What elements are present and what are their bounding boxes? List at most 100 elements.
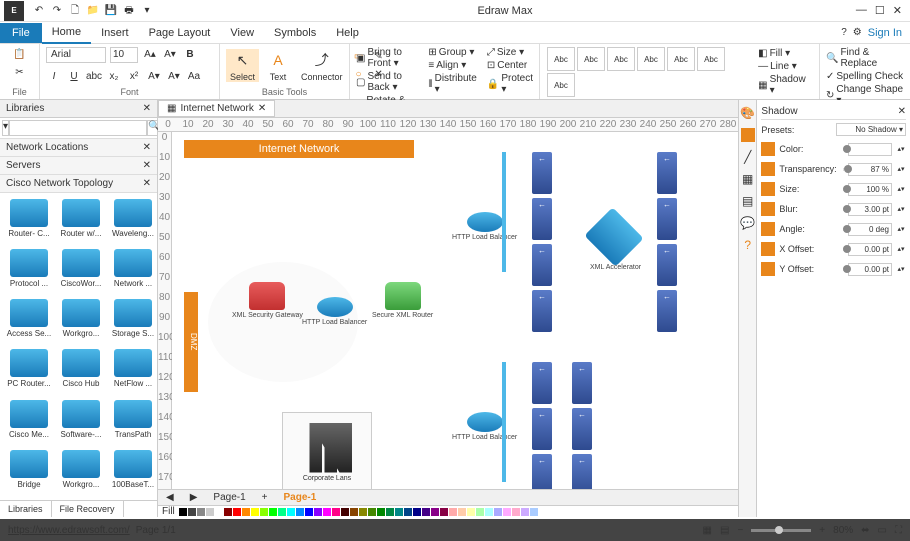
section-close-icon[interactable]: ✕ — [143, 160, 151, 171]
redo-icon[interactable]: ↷ — [50, 4, 64, 18]
maximize-button[interactable]: ☐ — [875, 4, 885, 17]
color-swatch[interactable] — [314, 508, 322, 516]
bring-front-button[interactable]: ▣Bring to Front ▾ — [356, 46, 418, 70]
shadow-slider[interactable] — [843, 148, 844, 151]
font-shrink-icon[interactable]: A▾ — [162, 47, 178, 63]
color-swatch[interactable] — [305, 508, 313, 516]
color-swatch[interactable] — [224, 508, 232, 516]
color-swatch[interactable] — [287, 508, 295, 516]
server-13[interactable]: ← — [572, 408, 592, 450]
section-network-locations[interactable]: Network Locations — [6, 142, 88, 153]
shadow-value-input[interactable] — [848, 183, 892, 196]
style-preset-7[interactable]: Abc — [547, 73, 575, 97]
view-mode-2-icon[interactable]: ▤ — [720, 525, 729, 536]
style-preset-5[interactable]: Abc — [667, 47, 695, 71]
library-shape[interactable]: Router- C... — [4, 197, 54, 245]
sign-in-link[interactable]: Sign In — [868, 27, 902, 39]
qat-more-icon[interactable]: ▾ — [140, 4, 154, 18]
font-grow-icon[interactable]: A▴ — [142, 47, 158, 63]
library-shape[interactable]: Access Se... — [4, 297, 54, 345]
color-swatch[interactable] — [404, 508, 412, 516]
section-cisco[interactable]: Cisco Network Topology — [6, 178, 113, 189]
library-shape[interactable]: Software-... — [56, 398, 106, 446]
center-button[interactable]: ⊡Center — [487, 59, 533, 72]
library-shape[interactable]: Protocol ... — [4, 247, 54, 295]
server-9[interactable]: ← — [532, 362, 552, 404]
protect-button[interactable]: 🔒Protect ▾ — [487, 72, 533, 96]
font-name-select[interactable] — [46, 47, 106, 63]
spinner-icon[interactable]: ▴▾ — [896, 245, 906, 253]
server-7[interactable]: ← — [657, 244, 677, 286]
spinner-icon[interactable]: ▴▾ — [896, 165, 906, 173]
help-panel-icon[interactable]: ? — [744, 238, 751, 252]
node-corporate-lans[interactable]: Corporate Lans — [282, 412, 372, 489]
color-swatch[interactable] — [530, 508, 538, 516]
tab-view[interactable]: View — [220, 23, 264, 43]
tab-file-recovery[interactable]: File Recovery — [52, 501, 124, 517]
shadow-button[interactable]: ▦Shadow ▾ — [758, 73, 813, 97]
color-swatch[interactable] — [494, 508, 502, 516]
color-swatch[interactable] — [233, 508, 241, 516]
spelling-button[interactable]: ✓Spelling Check — [826, 70, 903, 83]
file-menu[interactable]: File — [0, 23, 42, 43]
color-swatch[interactable] — [368, 508, 376, 516]
library-shape[interactable]: 100BaseT... — [108, 448, 157, 496]
color-swatch[interactable] — [215, 508, 223, 516]
color-swatch[interactable] — [269, 508, 277, 516]
document-tab[interactable]: ▦Internet Network✕ — [158, 100, 275, 117]
open-icon[interactable]: 📁 — [86, 4, 100, 18]
minimize-button[interactable]: — — [856, 4, 867, 17]
color-swatch[interactable] — [188, 508, 196, 516]
page-add-button[interactable]: + — [254, 492, 276, 503]
server-3[interactable]: ← — [532, 244, 552, 286]
presets-dropdown[interactable]: No Shadow ▾ — [836, 123, 906, 136]
section-servers[interactable]: Servers — [6, 160, 40, 171]
color-swatch[interactable] — [206, 508, 214, 516]
align-button[interactable]: ≡Align ▾ — [428, 59, 476, 72]
server-2[interactable]: ← — [532, 198, 552, 240]
paste-icon[interactable]: 📋 — [12, 46, 28, 62]
text-tool[interactable]: AText — [263, 49, 293, 82]
doc-close-icon[interactable]: ✕ — [258, 103, 266, 114]
italic-button[interactable]: I — [46, 68, 62, 84]
node-http-lb-3[interactable]: HTTP Load Balancer — [452, 412, 517, 441]
print-icon[interactable]: 🖶 — [122, 4, 136, 18]
node-http-lb-1[interactable]: HTTP Load Balancer — [302, 297, 367, 326]
fullscreen-icon[interactable]: ⛶ — [895, 525, 902, 536]
color-swatch[interactable] — [476, 508, 484, 516]
color-swatch[interactable] — [458, 508, 466, 516]
tab-page-layout[interactable]: Page Layout — [139, 23, 221, 43]
color-swatch[interactable] — [323, 508, 331, 516]
library-shape[interactable]: TransPath — [108, 398, 157, 446]
tab-libraries[interactable]: Libraries — [0, 501, 52, 517]
save-icon[interactable]: 💾 — [104, 4, 118, 18]
fill-button[interactable]: ◧Fill ▾ — [758, 47, 813, 60]
new-icon[interactable]: 🗋 — [68, 4, 82, 18]
shadow-value-input[interactable] — [848, 203, 892, 216]
server-12[interactable]: ← — [572, 362, 592, 404]
spinner-icon[interactable]: ▴▾ — [896, 265, 906, 273]
view-mode-1-icon[interactable]: ▦ — [703, 525, 712, 536]
color-swatch[interactable] — [386, 508, 394, 516]
color-swatch[interactable] — [512, 508, 520, 516]
library-shape[interactable]: Cisco Me... — [4, 398, 54, 446]
theme-icon[interactable]: 🎨 — [740, 106, 755, 120]
color-swatch[interactable] — [377, 508, 385, 516]
node-http-lb-2[interactable]: HTTP Load Balancer — [452, 212, 517, 241]
lib-dropdown-icon[interactable]: ▾ — [2, 120, 9, 136]
server-4[interactable]: ← — [532, 290, 552, 332]
color-swatch[interactable] — [332, 508, 340, 516]
shadow-value-input[interactable] — [848, 163, 892, 176]
server-5[interactable]: ← — [657, 152, 677, 194]
cut-icon[interactable]: ✂ — [12, 64, 28, 80]
shadow-slider[interactable] — [843, 188, 844, 191]
library-shape[interactable]: Waveleng... — [108, 197, 157, 245]
server-10[interactable]: ← — [532, 408, 552, 450]
style-preset-6[interactable]: Abc — [697, 47, 725, 71]
server-8[interactable]: ← — [657, 290, 677, 332]
node-xml-security[interactable]: XML Security Gateway — [232, 282, 303, 319]
page-tab-active[interactable]: Page-1 — [276, 492, 325, 503]
strike-button[interactable]: abc — [86, 68, 102, 84]
group-button[interactable]: ⊞Group ▾ — [428, 46, 476, 59]
shadow-panel-icon[interactable]: ▦ — [742, 172, 753, 186]
